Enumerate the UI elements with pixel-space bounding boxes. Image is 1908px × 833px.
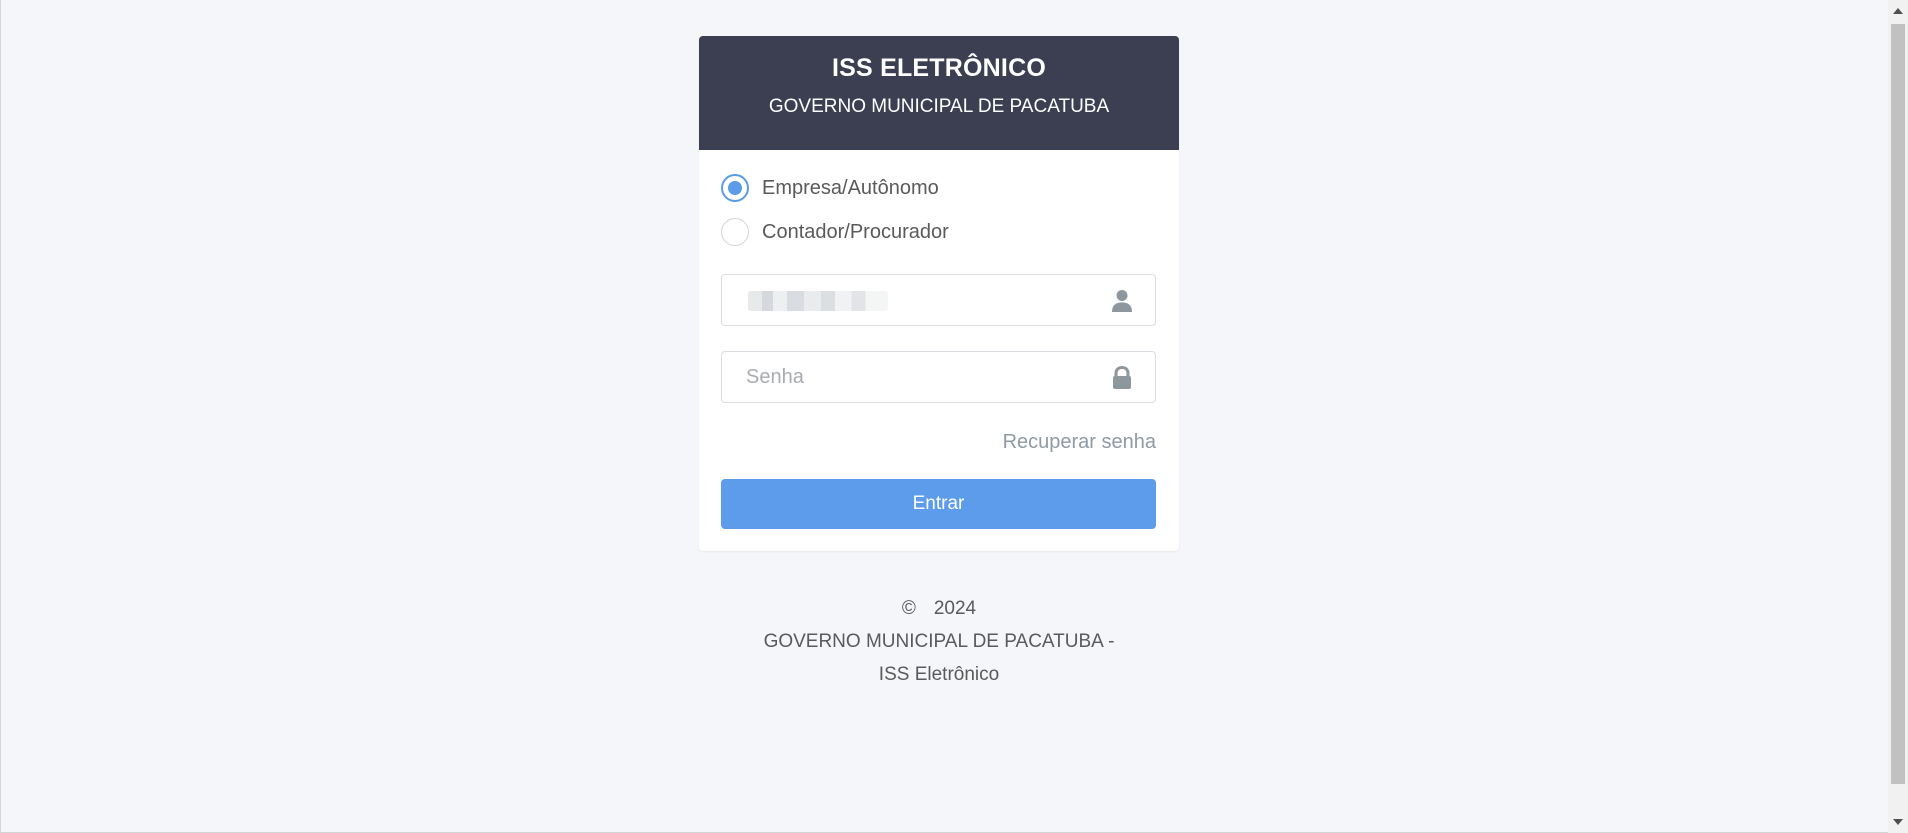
page-footer: © 2024 GOVERNO MUNICIPAL DE PACATUBA - IS… <box>699 592 1179 691</box>
login-card: ISS ELETRÔNICO GOVERNO MUNICIPAL DE PACA… <box>699 36 1179 551</box>
scroll-thumb[interactable] <box>1891 24 1905 784</box>
radio-option-empresa[interactable]: Empresa/Autônomo <box>721 172 1156 204</box>
recover-row: Recuperar senha <box>721 431 1156 459</box>
user-icon <box>1112 290 1132 312</box>
footer-org: GOVERNO MUNICIPAL DE PACATUBA - ISS Elet… <box>763 631 1115 685</box>
password-input[interactable] <box>722 352 1106 402</box>
password-field-group <box>721 351 1156 403</box>
scroll-down-icon[interactable] <box>1893 819 1903 825</box>
radio-empresa[interactable] <box>721 174 749 202</box>
copyright-year: 2024 <box>933 598 977 619</box>
radio-option-contador[interactable]: Contador/Procurador <box>721 216 1156 248</box>
username-field-group <box>721 274 1156 326</box>
radio-contador[interactable] <box>721 218 749 246</box>
card-header: ISS ELETRÔNICO GOVERNO MUNICIPAL DE PACA… <box>699 36 1179 150</box>
lock-icon <box>1113 366 1131 389</box>
login-form: Empresa/Autônomo Contador/Procurador Rec… <box>699 150 1179 551</box>
copyright-line: © 2024 <box>699 592 1179 625</box>
radio-label-empresa: Empresa/Autônomo <box>762 176 939 199</box>
login-page: ISS ELETRÔNICO GOVERNO MUNICIPAL DE PACA… <box>0 0 1908 833</box>
scroll-up-icon[interactable] <box>1893 8 1903 14</box>
radio-label-contador: Contador/Procurador <box>762 220 949 243</box>
municipality-subtitle: GOVERNO MUNICIPAL DE PACATUBA <box>768 96 1110 117</box>
vertical-scrollbar[interactable] <box>1888 0 1908 833</box>
app-title: ISS ELETRÔNICO <box>832 54 1046 82</box>
recover-password-link[interactable]: Recuperar senha <box>1003 431 1156 453</box>
username-input[interactable] <box>722 275 1106 325</box>
enter-button[interactable]: Entrar <box>721 479 1156 529</box>
copyright-symbol: © <box>901 598 916 619</box>
